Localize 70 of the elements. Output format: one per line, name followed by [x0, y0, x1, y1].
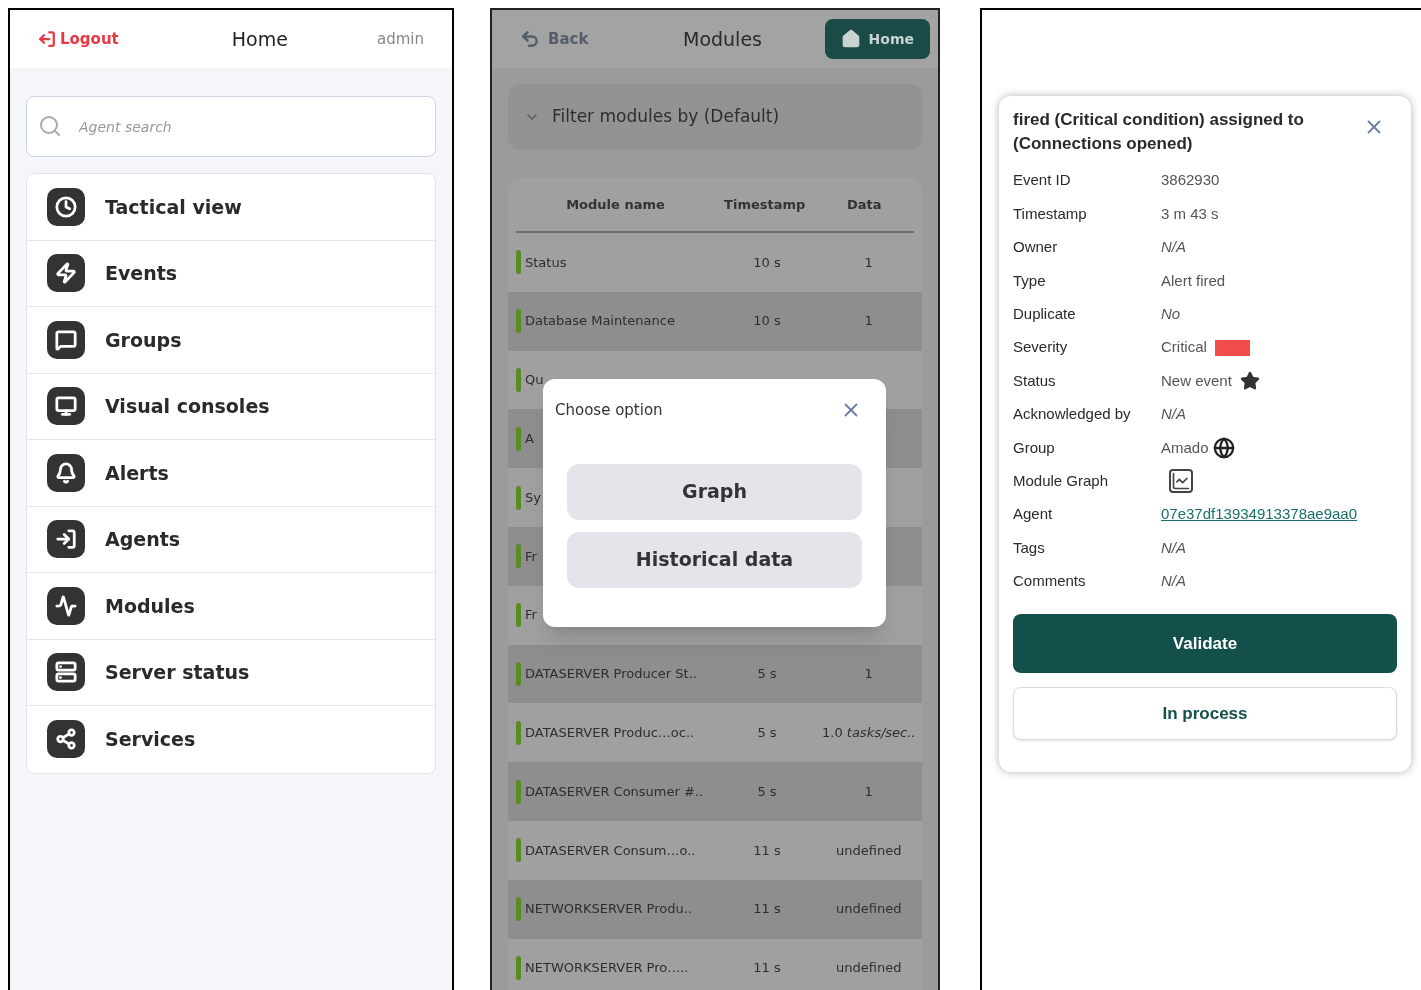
field-label: Timestamp — [1013, 203, 1088, 224]
field-value: N/A — [1161, 404, 1186, 425]
menu-label: Tactical view — [105, 194, 242, 220]
field-value: No — [1161, 304, 1181, 324]
screen-title: Modules — [683, 26, 762, 52]
column-header: Data — [845, 195, 883, 214]
table-cell: Status — [525, 254, 567, 270]
dialog-title: fired (Critical condition) assigned to (Connections opened) — [1013, 109, 1305, 155]
field-value: 3 m 43 s — [1161, 203, 1219, 224]
table-cell: NETWORKSERVER Pro….. — [525, 960, 689, 976]
table-cell: undefined — [836, 901, 902, 917]
table-cell: 1 — [864, 313, 873, 329]
field-label: Comments — [1013, 571, 1087, 592]
table-cell: DATASERVER Producer St.. — [525, 666, 697, 682]
field-label: Acknowledged by — [1013, 404, 1132, 425]
table-cell: 5 s — [757, 725, 777, 740]
field-value: 3862930 — [1161, 170, 1220, 191]
table-cell: DATASERVER Produc…oc.. — [525, 725, 695, 740]
field-label: Tags — [1013, 537, 1046, 558]
field-label: Event ID — [1013, 170, 1072, 191]
field-label: Owner — [1013, 237, 1059, 258]
field-label: Agent — [1013, 504, 1054, 525]
table-cell: 5 s — [757, 666, 777, 682]
table-cell: 11 s — [753, 901, 781, 917]
table-cell: DATASERVER Consum…o.. — [525, 842, 696, 858]
table-cell: DATASERVER Consumer #.. — [525, 783, 704, 799]
field-value: Critical — [1161, 337, 1207, 358]
menu-label: Modules — [105, 593, 195, 619]
table-cell: 1.0 tasks/sec.. — [822, 725, 916, 740]
field-value: N/A — [1161, 237, 1186, 258]
menu-label: Agents — [105, 527, 181, 552]
table-cell: 1 — [864, 783, 873, 799]
menu-label: Server status — [105, 660, 250, 685]
field-value: Amado — [1161, 437, 1209, 458]
dialog-title: Choose option — [555, 400, 663, 421]
table-cell: 11 s — [753, 960, 781, 976]
table-cell: Sy — [525, 489, 541, 505]
screen-title: Home — [231, 26, 288, 52]
table-cell: 5 s — [757, 783, 777, 799]
table-cell: Database Maintenance — [525, 313, 675, 329]
table-cell: Fr — [525, 607, 537, 623]
menu-label: Groups — [105, 327, 182, 353]
menu-label: Events — [105, 261, 178, 286]
table-cell: 10 s — [753, 313, 781, 329]
table-cell: NETWORKSERVER Produ.. — [525, 901, 692, 917]
field-label: Duplicate — [1013, 304, 1077, 324]
table-cell: 1 — [864, 666, 873, 682]
table-cell: 11 s — [753, 842, 781, 858]
table-cell: Qu — [525, 372, 544, 388]
table-cell: 10 s — [753, 254, 781, 270]
table-cell: undefined — [836, 842, 902, 858]
column-header: Timestamp — [723, 195, 807, 214]
menu-label: Alerts — [105, 460, 169, 486]
username: admin — [377, 28, 424, 50]
field-label: Status — [1013, 370, 1057, 391]
table-cell: A — [525, 431, 534, 447]
table-cell: undefined — [836, 960, 902, 976]
field-label: Severity — [1013, 337, 1069, 358]
menu-label: Services — [105, 727, 196, 752]
menu-label: Visual consoles — [105, 394, 270, 419]
table-cell: Fr — [525, 548, 537, 564]
field-value: Alert fired — [1161, 270, 1226, 291]
field-value: N/A — [1161, 571, 1186, 592]
column-header: Module name — [565, 195, 666, 214]
field-label: Module Graph — [1013, 470, 1110, 491]
field-value: New event — [1161, 370, 1232, 391]
field-label: Group — [1013, 437, 1056, 458]
field-label: Type — [1013, 270, 1047, 291]
field-value: N/A — [1161, 537, 1186, 558]
table-cell: 1 — [864, 254, 873, 270]
